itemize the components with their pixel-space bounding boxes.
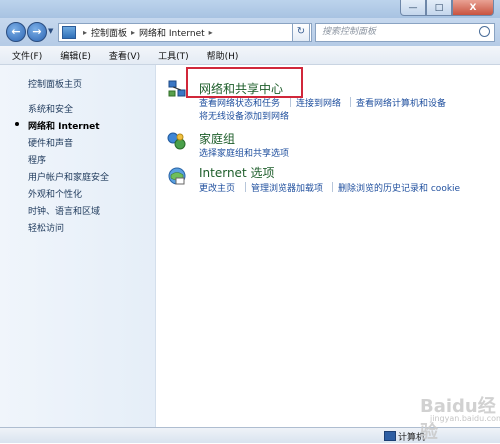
menu-file[interactable]: 文件(F)	[0, 49, 48, 62]
refresh-button[interactable]: ↻	[292, 23, 310, 42]
sidebar-item-hardware-sound[interactable]: 硬件和声音	[28, 136, 73, 149]
computer-icon	[384, 431, 396, 441]
baidu-watermark-url: jingyan.baidu.com	[430, 414, 500, 423]
category-internet-options[interactable]: Internet 选项	[199, 164, 274, 181]
minimize-button[interactable]: —	[400, 0, 426, 16]
menu-tools[interactable]: 工具(T)	[146, 49, 195, 62]
task-homegroup-sharing-options[interactable]: 选择家庭组和共享选项	[199, 146, 289, 159]
address-bar[interactable]: ▸ 控制面板 ▸ 网络和 Internet ▸ ▾	[58, 23, 312, 42]
control-panel-icon	[62, 26, 76, 39]
sidebar-item-clock-region[interactable]: 时钟、语言和区域	[28, 204, 100, 217]
back-button[interactable]: ←	[6, 22, 26, 42]
menu-bar: 文件(F) 编辑(E) 查看(V) 工具(T) 帮助(H)	[0, 46, 500, 65]
homegroup-icon	[167, 132, 186, 150]
task-delete-history[interactable]: 删除浏览的历史记录和 cookie	[338, 181, 460, 194]
task-view-network-computers[interactable]: 查看网络计算机和设备	[356, 96, 446, 109]
forward-button[interactable]: →	[27, 22, 47, 42]
window-buttons: — □ X	[400, 0, 494, 16]
sidebar-item-ease-of-access[interactable]: 轻松访问	[28, 221, 64, 234]
red-highlight-box	[186, 67, 303, 98]
menu-edit[interactable]: 编辑(E)	[48, 49, 97, 62]
crumb-network-internet[interactable]: 网络和 Internet	[139, 26, 205, 39]
current-item-bullet	[15, 122, 19, 126]
control-panel-window: — □ X ← → ▼ ▸ 控制面板 ▸ 网络和 Internet ▸ ▾ ↻ …	[0, 0, 500, 443]
category-homegroup[interactable]: 家庭组	[199, 130, 235, 147]
chevron-down-icon[interactable]: ▼	[48, 27, 53, 35]
close-button[interactable]: X	[452, 0, 494, 16]
sidebar-item-network-internet[interactable]: 网络和 Internet	[28, 119, 100, 132]
breadcrumb: ▸ 控制面板 ▸ 网络和 Internet ▸	[83, 26, 213, 39]
sidebar: 控制面板主页 系统和安全 网络和 Internet 硬件和声音 程序 用户帐户和…	[0, 65, 156, 442]
address-row: ← → ▼ ▸ 控制面板 ▸ 网络和 Internet ▸ ▾ ↻	[0, 18, 500, 46]
sidebar-item-user-accounts[interactable]: 用户帐户和家庭安全	[28, 170, 109, 183]
internet-options-icon	[168, 167, 186, 185]
menu-help[interactable]: 帮助(H)	[195, 49, 245, 62]
network-sharing-icon	[168, 80, 186, 97]
title-bar: — □ X	[0, 0, 500, 18]
sidebar-item-home[interactable]: 控制面板主页	[28, 77, 82, 90]
search-icon[interactable]	[479, 26, 490, 37]
task-add-wireless-device[interactable]: 将无线设备添加到网络	[199, 109, 289, 122]
crumb-control-panel[interactable]: 控制面板	[91, 26, 127, 39]
task-manage-addons[interactable]: 管理浏览器加载项	[251, 181, 323, 194]
menu-view[interactable]: 查看(V)	[97, 49, 146, 62]
sidebar-item-system-security[interactable]: 系统和安全	[28, 102, 73, 115]
sidebar-item-programs[interactable]: 程序	[28, 153, 46, 166]
search-box	[315, 23, 495, 42]
search-input[interactable]	[316, 24, 472, 39]
sidebar-item-appearance[interactable]: 外观和个性化	[28, 187, 82, 200]
task-change-homepage[interactable]: 更改主页	[199, 181, 235, 194]
maximize-button[interactable]: □	[426, 0, 452, 16]
